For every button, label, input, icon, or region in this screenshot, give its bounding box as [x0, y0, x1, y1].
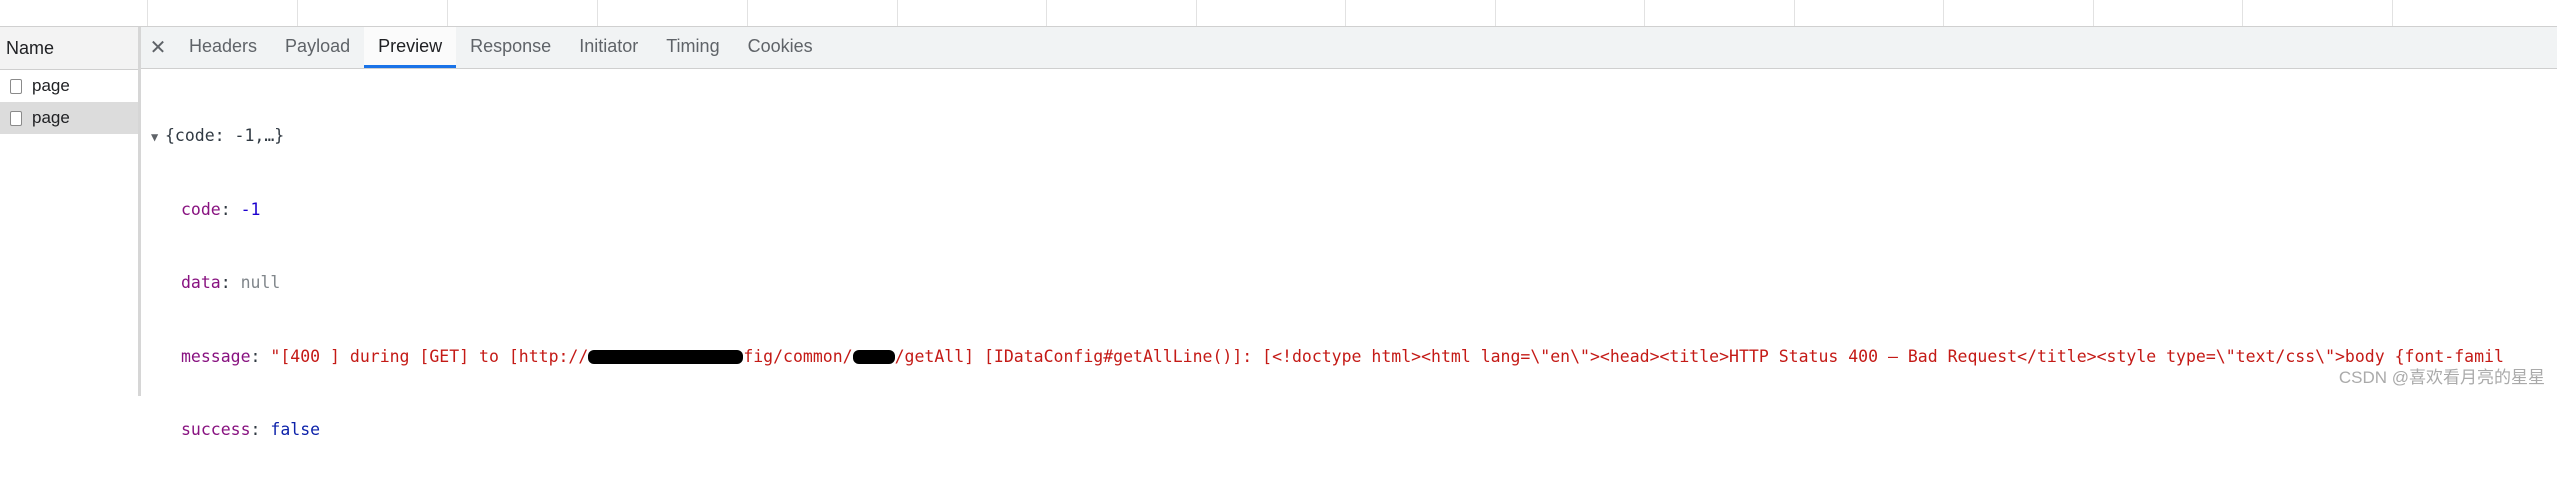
close-icon[interactable]: ✕: [141, 27, 175, 68]
timeline-tick: [1943, 0, 1944, 26]
tab-cookies[interactable]: Cookies: [734, 27, 827, 68]
json-preview: ▼ {code: -1,…} code: -1 data: null messag…: [141, 69, 2557, 492]
timeline-tick: [2093, 0, 2094, 26]
timeline-tick: [1644, 0, 1645, 26]
tab-payload[interactable]: Payload: [271, 27, 364, 68]
timeline-tick: [147, 0, 148, 26]
json-key: message: [181, 346, 251, 366]
timeline-tick: [2242, 0, 2243, 26]
json-field-message: message: "[400 ] during [GET] to [http:/…: [181, 346, 2504, 366]
request-list-panel: Name page page: [0, 27, 141, 396]
name-column-header[interactable]: Name: [0, 27, 138, 70]
timeline-tick: [2392, 0, 2393, 26]
json-root-row[interactable]: ▼ {code: -1,…}: [151, 124, 2557, 149]
document-icon: [10, 110, 22, 126]
json-value: -1: [240, 199, 261, 219]
json-value: false: [270, 420, 321, 439]
request-detail-panel: ✕ Headers Payload Preview Response Initi…: [141, 27, 2557, 439]
timeline-tick: [1196, 0, 1197, 26]
timeline-tick: [747, 0, 748, 26]
json-value-part: "[400 ] during [GET] to [http://: [270, 346, 589, 366]
request-name: page: [32, 76, 70, 95]
tab-timing[interactable]: Timing: [652, 27, 733, 68]
json-field-success: success: false: [181, 420, 321, 439]
timeline-tick: [1046, 0, 1047, 26]
json-value-part: /getAll] [IDataConfig#getAllLine()]: [<!…: [894, 346, 2504, 366]
json-field-data: data: null: [181, 273, 281, 292]
timeline-tick: [897, 0, 898, 26]
request-row[interactable]: page: [0, 70, 138, 102]
json-field-code: code: -1: [181, 199, 261, 219]
json-summary: {code: -1,…}: [165, 126, 285, 145]
json-key: data: [181, 273, 221, 292]
timeline-tick: [1794, 0, 1795, 26]
network-timeline-strip: [0, 0, 2557, 27]
redaction-mark: [852, 350, 895, 364]
document-icon: [10, 78, 22, 94]
json-key: code: [181, 199, 221, 219]
timeline-tick: [297, 0, 298, 26]
timeline-tick: [447, 0, 448, 26]
json-key: success: [181, 420, 251, 439]
name-column-label: Name: [6, 37, 55, 58]
redaction-mark: [588, 350, 744, 364]
detail-tab-bar: ✕ Headers Payload Preview Response Initi…: [141, 27, 2557, 69]
tab-preview[interactable]: Preview: [364, 27, 457, 68]
timeline-tick: [1345, 0, 1346, 26]
tab-headers[interactable]: Headers: [175, 27, 271, 68]
request-name: page: [32, 108, 70, 127]
expand-triangle-icon[interactable]: ▼: [151, 125, 165, 150]
timeline-tick: [597, 0, 598, 26]
tab-initiator[interactable]: Initiator: [565, 27, 652, 68]
json-value-part: fig/common/: [743, 346, 853, 366]
request-row-selected[interactable]: page: [0, 102, 138, 134]
watermark: CSDN @喜欢看月亮的星星: [2338, 368, 2545, 387]
timeline-tick: [1495, 0, 1496, 26]
tab-response[interactable]: Response: [456, 27, 565, 68]
json-value: null: [240, 273, 281, 292]
